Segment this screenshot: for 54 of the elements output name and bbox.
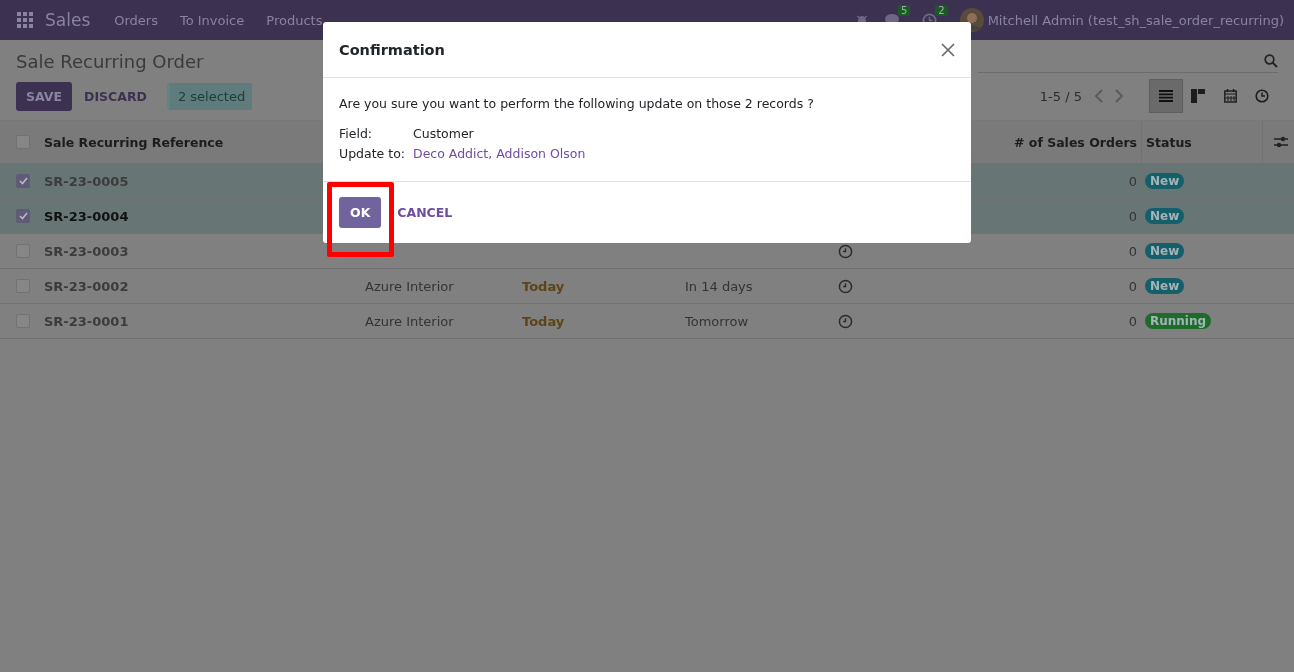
list-view-button[interactable]: [1150, 80, 1182, 112]
clock-icon: [1255, 89, 1269, 103]
message-count-badge: 5: [897, 5, 911, 16]
count-cell: 0: [1128, 313, 1137, 329]
reference-cell: SR-23-0001: [44, 313, 129, 329]
reference-cell: SR-23-0002: [44, 278, 129, 294]
field-label: Field:: [339, 126, 374, 141]
status-badge: New: [1145, 278, 1185, 294]
row-checkbox[interactable]: [16, 209, 30, 223]
pager-value[interactable]: 1-5 / 5: [1039, 88, 1082, 104]
ok-button[interactable]: OK: [339, 197, 382, 228]
apps-menu-icon[interactable]: [17, 12, 33, 28]
value-link[interactable]: Deco Addict, Addison Olson: [413, 146, 586, 161]
menu-item[interactable]: Products: [266, 12, 323, 28]
menu-item[interactable]: To Invoice: [179, 12, 245, 28]
activity-count-badge: 2: [935, 4, 948, 16]
status-badge: New: [1145, 173, 1185, 189]
app-name[interactable]: Sales: [45, 10, 91, 30]
status-badge: New: [1145, 208, 1185, 224]
selection-counter: 2 selected: [166, 82, 253, 110]
count-cell: 0: [1128, 243, 1137, 259]
count-cell: 0: [1128, 173, 1137, 189]
reference-cell: SR-23-0003: [44, 243, 129, 259]
count-cell: 0: [1128, 278, 1137, 294]
columns-icon: [1191, 89, 1205, 103]
user-name[interactable]: Mitchell Admin (test_sh_sale_order_recurring): [987, 12, 1284, 28]
list-icon: [1159, 90, 1173, 102]
customer-cell: Azure Interior: [365, 278, 454, 294]
field-label: Update to:: [339, 146, 406, 161]
status-badge: New: [1145, 243, 1185, 259]
cancel-button[interactable]: CANCEL: [387, 197, 463, 228]
column-header[interactable]: Status: [1141, 121, 1262, 163]
close-icon[interactable]: [941, 42, 955, 57]
count-cell: 0: [1128, 208, 1137, 224]
row-checkbox[interactable]: [16, 174, 30, 188]
form-button[interactable]: SAVE: [16, 81, 73, 111]
column-settings-icon[interactable]: [1273, 135, 1288, 149]
column-header[interactable]: # of Sales Orders: [1000, 121, 1141, 163]
reference-cell: SR-23-0004: [44, 208, 129, 224]
page-title: Sale Recurring Order: [16, 50, 204, 72]
next-date-cell: In 14 days: [685, 278, 753, 294]
form-button[interactable]: DISCARD: [74, 81, 157, 111]
date-cell: Today: [522, 313, 565, 329]
date-cell: Today: [522, 278, 565, 294]
calendar-icon: [1223, 89, 1237, 103]
dialog-title: Confirmation: [339, 41, 445, 58]
customer-cell: Azure Interior: [365, 313, 454, 329]
status-badge: Running: [1145, 313, 1212, 329]
dialog-message: Are you sure you want to perform the following update on those 2 records ?: [339, 96, 815, 111]
field-value: Customer: [413, 126, 475, 141]
reference-cell: SR-23-0005: [44, 173, 129, 189]
menu-item[interactable]: Orders: [114, 12, 158, 28]
next-date-cell: Tomorrow: [685, 313, 749, 329]
search-icon[interactable]: [1264, 53, 1278, 68]
